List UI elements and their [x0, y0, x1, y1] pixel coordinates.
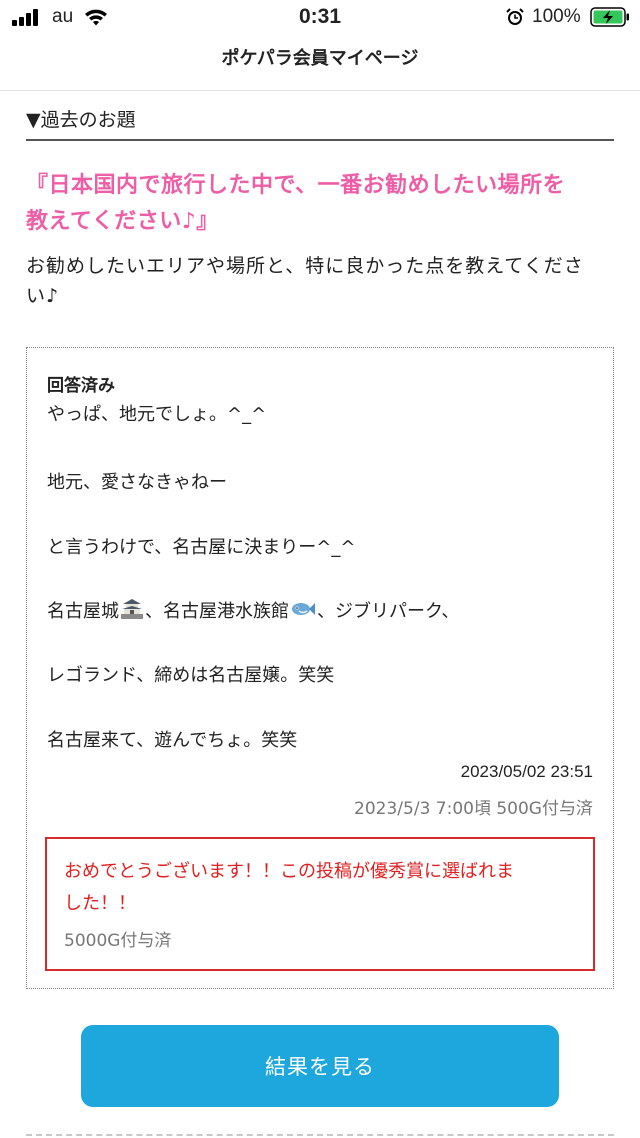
answer-card: 回答済み やっぱ、地元でしょ。^_^ 地元、愛さなきゃねー と言うわけで、名古屋… — [26, 347, 614, 989]
answer-line: と言うわけで、名古屋に決まりー^_^ — [47, 537, 356, 558]
answer-line-part: 名古屋城 — [47, 601, 119, 622]
answer-line: レゴランド、締めは名古屋嬢。笑笑 — [47, 665, 335, 686]
answer-status: 回答済み — [47, 376, 115, 396]
award-message-line: おめでとうございます！！この投稿が優秀賞に選ばれま — [64, 861, 514, 882]
section-divider — [26, 139, 614, 141]
wifi-icon — [85, 9, 107, 26]
castle-icon — [121, 599, 143, 619]
answer-line: 名古屋城 、名古屋港水族館 、ジブリパーク、 — [47, 597, 459, 623]
answer-line: やっぱ、地元でしょ。^_^ — [47, 404, 267, 425]
award-message-line: した！！ — [64, 893, 136, 914]
nav-divider — [0, 90, 640, 91]
award-points: 5000G付与済 — [64, 931, 172, 951]
answer-line: 名古屋来て、遊んでちょ。笑笑 — [47, 730, 298, 751]
alarm-icon — [506, 8, 524, 25]
answer-points-note: 2023/5/3 7:00頃 500G付与済 — [354, 799, 593, 819]
fish-icon — [292, 603, 315, 615]
question-description-line: い♪ — [26, 285, 60, 307]
bottom-divider — [26, 1134, 614, 1136]
page-title: ポケパラ会員マイページ — [221, 48, 419, 69]
view-results-button[interactable]: 結果を見る — [81, 1025, 559, 1107]
question-title: 『日本国内で旅行した中で、一番お勧めしたい場所を 教えてください♪』 — [26, 168, 616, 240]
answer-line-part: 、名古屋港水族館 — [145, 601, 289, 622]
question-title-line: 教えてください♪』 — [26, 209, 219, 234]
question-description-line: お勧めしたいエリアや場所と、特に良かった点を教えてくださ — [26, 255, 584, 277]
status-bar: au 0:31 100% — [0, 0, 640, 36]
carrier-label: au — [52, 6, 74, 27]
award-message: おめでとうございます！！この投稿が優秀賞に選ばれま した！！ — [64, 856, 584, 920]
answer-line-part: 、ジブリパーク、 — [317, 601, 460, 622]
battery-charging-icon — [590, 7, 629, 27]
answer-timestamp: 2023/05/02 23:51 — [460, 762, 593, 781]
battery-percent: 100% — [532, 6, 581, 27]
question-description: お勧めしたいエリアや場所と、特に良かった点を教えてくださ い♪ — [26, 251, 616, 311]
award-notice: おめでとうございます！！この投稿が優秀賞に選ばれま した！！ 5000G付与済 — [45, 837, 595, 971]
signal-icon — [12, 9, 42, 26]
section-heading: ▼過去のお題 — [26, 109, 136, 131]
answer-line: 地元、愛さなきゃねー — [47, 472, 227, 493]
question-title-line: 『日本国内で旅行した中で、一番お勧めしたい場所を — [26, 173, 566, 198]
